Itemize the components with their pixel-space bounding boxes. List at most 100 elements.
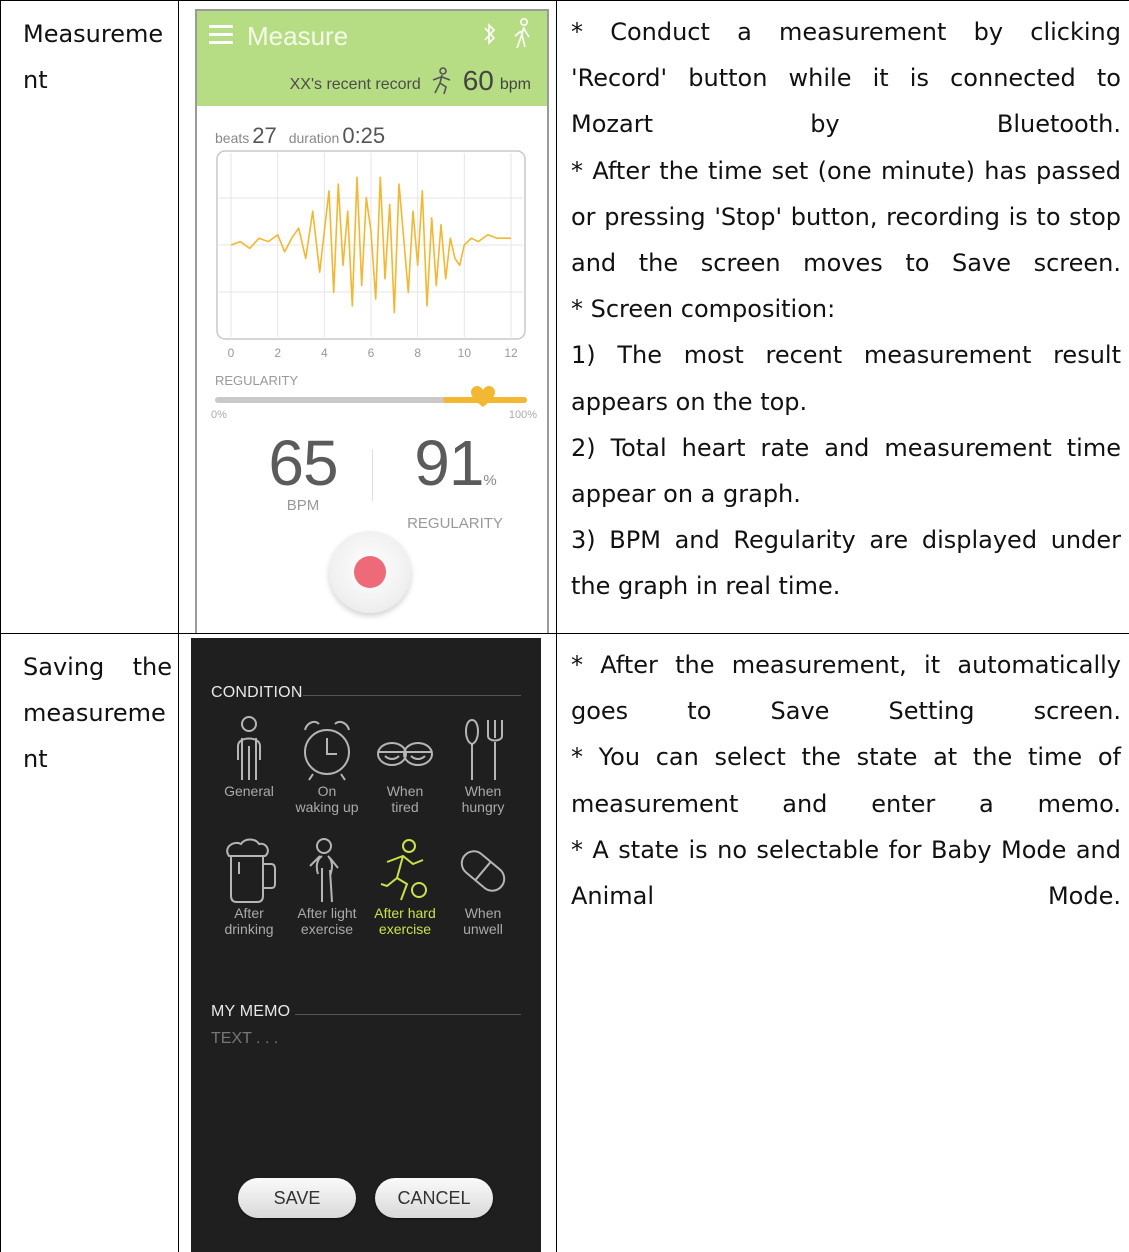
condition-when-hungry[interactable]: When hungry (442, 716, 524, 814)
record-button[interactable] (329, 531, 411, 613)
memo-input[interactable]: TEXT . . . (211, 1030, 278, 1048)
condition-when-unwell[interactable]: When unwell (442, 838, 524, 936)
condition-label: After light (297, 905, 357, 921)
description-measurement: * Conduct a measurement by clicking 'Rec… (556, 0, 1129, 634)
row-label-saving: Saving the measureme nt (0, 633, 179, 1252)
running-person-icon (432, 67, 450, 95)
row-label-measurement: Measureme nt (0, 0, 179, 634)
bpm-caption: BPM (286, 497, 320, 514)
table-row-measurement: Measureme nt Measure XX's recent record (0, 0, 1129, 634)
beer-mug-icon (226, 838, 276, 903)
desc-paragraph: * Screen composition: (571, 295, 836, 324)
condition-label: When (386, 783, 424, 799)
recent-bpm-value: 60 (462, 65, 494, 96)
desc-paragraph: * A state is no selectable for Baby Mode… (571, 835, 1121, 911)
duration-label: duration (288, 130, 340, 146)
save-setting-screen: CONDITION General On waking up When tire… (191, 638, 541, 1252)
recent-bpm-unit: bpm (499, 76, 531, 93)
screen-title: Measure (247, 21, 349, 51)
beats-value: 27 (252, 123, 277, 148)
screenshot-cell-measure: Measure XX's recent record 60 bpm beats … (178, 0, 557, 634)
condition-after-hard-exercise[interactable]: After hard exercise (364, 838, 446, 936)
bpm-value: 65 (268, 427, 338, 499)
regularity-label: REGULARITY (215, 373, 299, 388)
desc-paragraph: * After the time set (one minute) has pa… (571, 156, 1121, 278)
fork-knife-icon (465, 718, 503, 780)
screenshot-cell-save: CONDITION General On waking up When tire… (178, 633, 557, 1252)
desc-paragraph: 2) Total heart rate and measurement time… (571, 433, 1121, 509)
condition-section-label: CONDITION (211, 684, 303, 701)
beats-label: beats (215, 130, 250, 146)
tired-eyes-icon (377, 742, 433, 766)
chart-tick-label: 0 (228, 346, 235, 360)
section-divider (303, 695, 521, 696)
condition-on-waking-up[interactable]: On waking up (286, 716, 368, 814)
chart-tick-label: 8 (414, 346, 421, 360)
label-line: nt (23, 66, 48, 94)
chart-tick-label: 6 (368, 346, 375, 360)
condition-label: After (234, 905, 264, 921)
condition-label: When (464, 905, 502, 921)
label-line: Measureme (23, 20, 164, 48)
condition-after-light-exercise[interactable]: After light exercise (286, 838, 368, 936)
condition-label: exercise (378, 921, 432, 937)
measure-screen: Measure XX's recent record 60 bpm beats … (195, 9, 549, 633)
regularity-percent: % (483, 472, 496, 489)
alarm-clock-icon (304, 721, 350, 781)
duration-value: 0:25 (342, 123, 386, 148)
chart-tick-label: 2 (274, 346, 281, 360)
regularity-display: 91% REGULARITY (395, 429, 515, 533)
recent-record: XX's recent record 60 bpm (290, 65, 531, 95)
cancel-button[interactable]: CANCEL (375, 1178, 493, 1218)
memo-section-label: MY MEMO (211, 1003, 291, 1020)
walking-icon (309, 838, 339, 903)
condition-label: On (317, 783, 337, 799)
bpm-display: 65 BPM (253, 429, 353, 515)
save-button[interactable]: SAVE (238, 1178, 356, 1218)
condition-label: When (464, 783, 502, 799)
recent-record-label: XX's recent record (289, 76, 421, 93)
person-icon (237, 716, 261, 780)
regularity-caption: REGULARITY (407, 515, 503, 532)
regularity-value: 91 (414, 427, 484, 499)
condition-when-tired[interactable]: When tired (364, 716, 446, 814)
condition-label: tired (391, 799, 419, 815)
desc-paragraph: 3) BPM and Regularity are displayed unde… (571, 526, 1121, 601)
desc-paragraph: * You can select the state at the time o… (571, 743, 1121, 818)
activity-mode-icon[interactable] (509, 17, 535, 49)
running-icon (380, 839, 427, 901)
pill-icon (460, 850, 506, 892)
table-row-saving: Saving the measureme nt CONDITION Genera… (0, 633, 1129, 1252)
condition-label: hungry (461, 799, 505, 815)
label-line: measureme (23, 699, 166, 727)
section-divider (295, 1014, 521, 1015)
description-saving: * After the measurement, it automaticall… (556, 633, 1129, 1252)
condition-label: drinking (224, 921, 274, 937)
chart-tick-label: 10 (458, 346, 472, 360)
condition-label: General (224, 783, 274, 799)
desc-paragraph: * Conduct a measurement by clicking 'Rec… (571, 18, 1121, 139)
desc-paragraph: 1) The most recent measurement result ap… (571, 341, 1121, 416)
condition-label: waking up (295, 799, 359, 815)
label-line: nt (23, 745, 48, 773)
measure-stats: beats 27 duration 0:25 (215, 123, 397, 149)
record-dot-icon (354, 556, 386, 588)
condition-general[interactable]: General (208, 716, 290, 800)
condition-label: exercise (300, 921, 354, 937)
stats-divider (372, 449, 373, 501)
document-table: Measureme nt Measure XX's recent record (0, 0, 1129, 1252)
menu-icon[interactable] (209, 25, 233, 45)
condition-after-drinking[interactable]: After drinking (208, 838, 290, 936)
measure-header: Measure XX's recent record 60 bpm (197, 11, 547, 106)
regularity-bar (215, 386, 527, 407)
chart-tick-label: 4 (321, 346, 328, 360)
heart-rate-chart: 0 2 4 6 8 10 12 (216, 150, 526, 360)
condition-label: After hard (374, 905, 436, 921)
regularity-max: 100% (508, 409, 537, 421)
desc-paragraph: * After the measurement, it automaticall… (571, 651, 1121, 726)
condition-label: unwell (463, 921, 503, 937)
bluetooth-icon (484, 23, 496, 45)
regularity-min: 0% (211, 409, 227, 421)
chart-tick-label: 12 (504, 346, 518, 360)
heart-icon (471, 386, 496, 407)
